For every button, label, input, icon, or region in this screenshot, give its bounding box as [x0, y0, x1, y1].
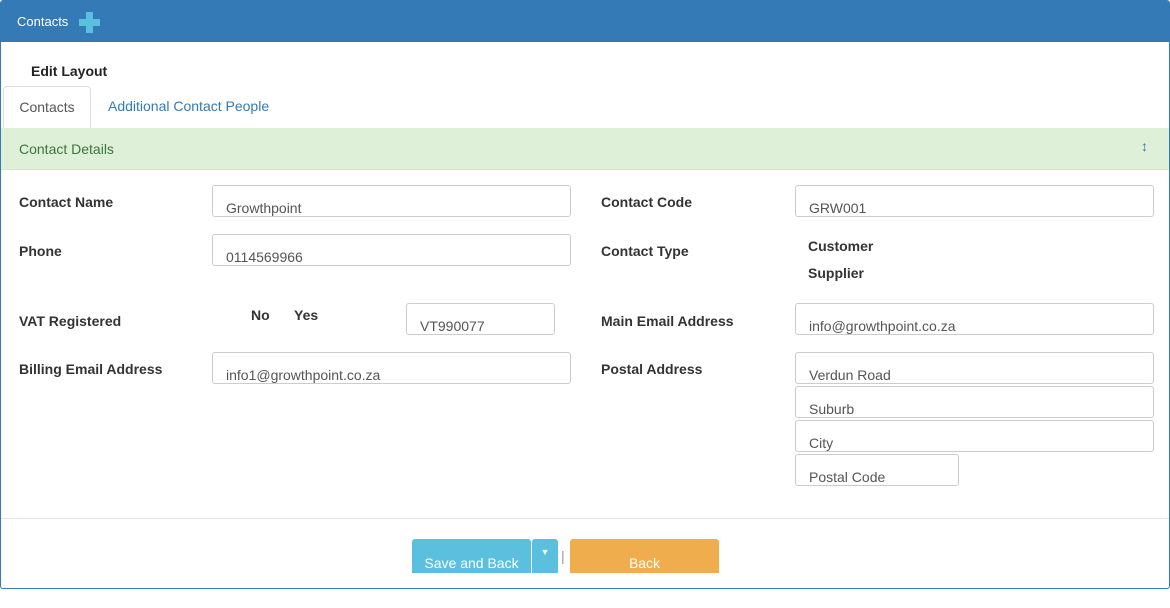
contact-name-input[interactable]: Growthpoint [212, 185, 571, 217]
vertical-arrows-icon[interactable]: ↕ [1141, 138, 1148, 154]
section-title: Contact Details [19, 141, 114, 157]
edit-layout-link[interactable]: Edit Layout [31, 63, 107, 79]
footer-divider [1, 518, 1169, 519]
panel-title: Contacts [17, 14, 69, 29]
contacts-panel: Contacts Edit Layout Contacts Additional… [0, 0, 1170, 589]
postal-address-label: Postal Address [601, 361, 703, 377]
billing-email-label: Billing Email Address [19, 361, 163, 377]
vat-registered-label: VAT Registered [19, 313, 122, 329]
save-and-back-button[interactable]: Save and Back [412, 539, 531, 573]
contact-type-label: Contact Type [601, 243, 689, 259]
contact-type-customer[interactable]: Customer [808, 238, 873, 254]
billing-email-input[interactable]: info1@growthpoint.co.za [212, 352, 571, 384]
phone-input[interactable]: 0114569966 [212, 234, 571, 266]
postal-suburb-input[interactable]: Suburb [795, 386, 1154, 418]
postal-code-input[interactable]: Postal Code [795, 454, 959, 486]
panel-header: Contacts [1, 1, 1169, 42]
main-email-input[interactable]: info@growthpoint.co.za [795, 303, 1154, 335]
contact-code-label: Contact Code [601, 194, 692, 210]
main-email-label: Main Email Address [601, 313, 734, 329]
back-button[interactable]: Back [570, 539, 719, 573]
postal-street-input[interactable]: Verdun Road [795, 352, 1154, 384]
phone-label: Phone [19, 243, 62, 259]
vat-option-no[interactable]: No [251, 307, 270, 323]
vat-option-yes[interactable]: Yes [294, 307, 318, 323]
tab-contacts[interactable]: Contacts [3, 86, 91, 129]
button-separator: | [561, 548, 565, 564]
vat-number-input[interactable]: VT990077 [406, 303, 555, 335]
chevron-down-icon[interactable]: ▼ [532, 539, 558, 573]
contact-type-supplier[interactable]: Supplier [808, 265, 864, 281]
tab-bar: Contacts Additional Contact People [1, 86, 1169, 129]
plus-icon[interactable] [79, 12, 100, 33]
contact-code-input[interactable]: GRW001 [795, 185, 1154, 217]
tab-additional-contact-people[interactable]: Additional Contact People [108, 86, 269, 127]
postal-city-input[interactable]: City [795, 420, 1154, 452]
contact-details-section[interactable]: Contact Details ↕ [1, 128, 1169, 170]
contact-name-label: Contact Name [19, 194, 114, 210]
